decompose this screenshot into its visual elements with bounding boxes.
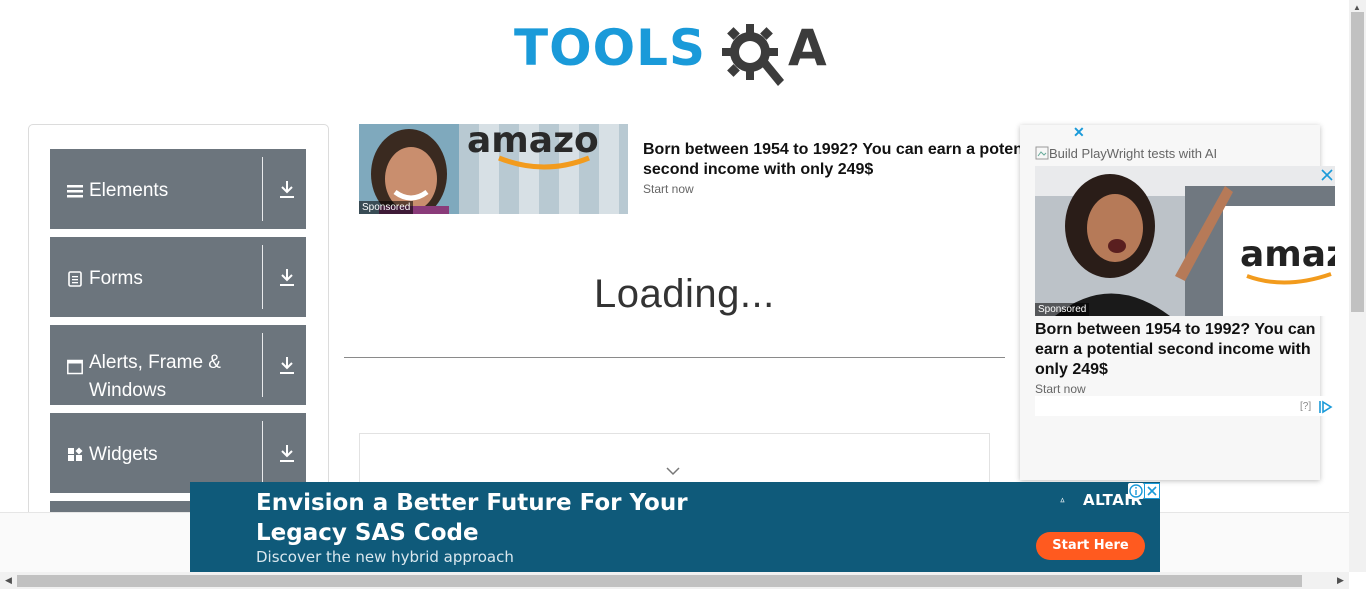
hamburger-icon	[67, 185, 83, 198]
adchoices-icon[interactable]	[1318, 400, 1334, 414]
svg-text:amazo: amazo	[467, 124, 599, 161]
start-here-button[interactable]: Start Here	[1036, 532, 1145, 560]
sponsored-badge: Sponsored	[359, 201, 414, 214]
logo-a-text: A	[788, 19, 827, 77]
divider	[262, 333, 263, 397]
ad-footer	[1035, 396, 1335, 416]
ad-photo-illustration: amaz	[1035, 166, 1335, 316]
document-icon	[68, 271, 82, 287]
divider	[262, 245, 263, 309]
close-icon[interactable]	[1144, 483, 1160, 499]
broken-image-alt: Build PlayWright tests with AI	[1035, 146, 1217, 161]
ad-headline[interactable]: Born between 1954 to 1992? You can earn …	[643, 140, 1053, 180]
ad-cta-link[interactable]: Start now	[643, 182, 694, 196]
group-forms[interactable]: Forms	[50, 237, 306, 317]
scroll-left-arrow-icon[interactable]: ◀	[5, 575, 12, 586]
banner-headline: Envision a Better Future For Your Legacy…	[256, 490, 688, 546]
group-label: Alerts, Frame & Windows	[89, 352, 221, 401]
ad-headline-line: Born between 1954 to 1992? You can earn …	[643, 141, 1047, 158]
download-icon[interactable]	[278, 443, 296, 463]
group-label: Forms	[89, 268, 143, 289]
scroll-right-arrow-icon[interactable]: ▶	[1337, 575, 1344, 586]
window-icon	[67, 359, 83, 375]
group-widgets[interactable]: Widgets	[50, 413, 306, 493]
widgets-icon	[68, 447, 83, 461]
broken-image-icon	[1035, 146, 1049, 160]
chevron-down-icon[interactable]	[666, 466, 680, 476]
altair-logo-icon	[1060, 497, 1065, 503]
left-panel: Elements Forms Alerts, Frame & Windows W…	[28, 124, 329, 544]
logo-tools-text: TOOLS	[514, 19, 706, 77]
svg-text:amaz: amaz	[1240, 234, 1335, 275]
ad-image[interactable]: amaz Sponsored	[1035, 166, 1335, 316]
ad-cta-link[interactable]: Start now	[1035, 382, 1086, 396]
group-label: Widgets	[89, 444, 158, 465]
ad-headline[interactable]: Born between 1954 to 1992? You can earn …	[1035, 320, 1325, 380]
download-icon[interactable]	[278, 267, 296, 287]
download-icon[interactable]	[278, 179, 296, 199]
divider	[344, 357, 1005, 358]
horizontal-scrollbar-thumb[interactable]	[17, 575, 1302, 587]
broken-image-text: Build PlayWright tests with AI	[1049, 146, 1218, 161]
toolsqa-logo[interactable]: TOOLS A	[514, 16, 839, 92]
ad-close-icon[interactable]	[1320, 168, 1334, 182]
ad-image[interactable]: amazo Sponsored	[359, 124, 628, 214]
ad-help-link[interactable]: [?]	[1300, 401, 1311, 412]
group-label: Elements	[89, 180, 169, 201]
close-icon[interactable]: ✕	[1073, 124, 1085, 141]
vertical-scrollbar-thumb[interactable]	[1351, 12, 1364, 312]
sponsored-badge: Sponsored	[1035, 303, 1090, 316]
divider	[262, 157, 263, 221]
divider	[262, 421, 263, 485]
info-icon[interactable]	[1128, 483, 1144, 499]
group-alerts-frame-windows[interactable]: Alerts, Frame & Windows	[50, 325, 306, 405]
loading-text: Loading...	[594, 272, 775, 316]
banner-subline: Discover the new hybrid approach	[256, 548, 514, 566]
download-icon[interactable]	[278, 355, 296, 375]
ad-headline-line: second income with only 249$	[643, 161, 874, 178]
scroll-up-arrow-icon[interactable]: ▲	[1353, 3, 1361, 12]
group-elements[interactable]: Elements	[50, 149, 306, 229]
gear-magnifier-icon	[722, 24, 784, 86]
